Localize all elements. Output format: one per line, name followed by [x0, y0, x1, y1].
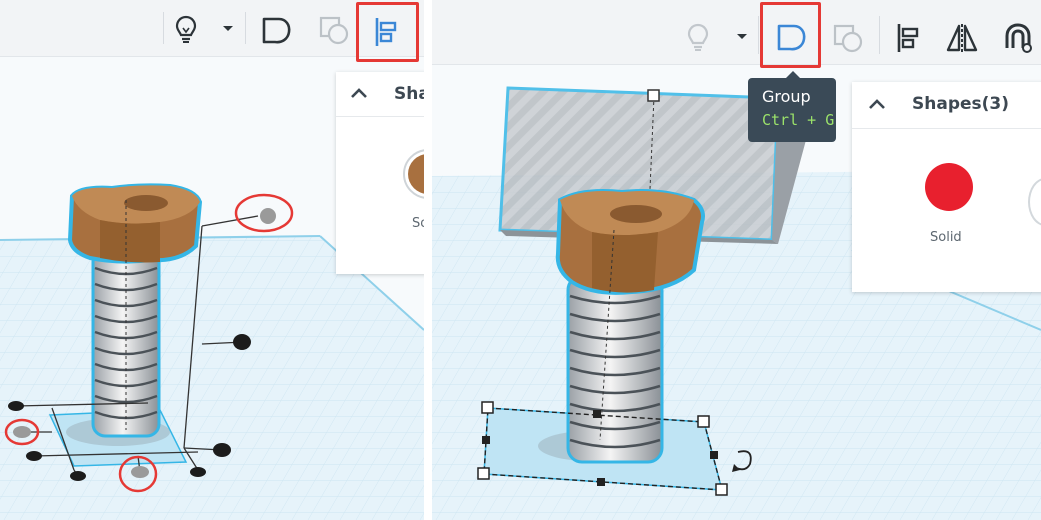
- left-panel: Sha So: [0, 0, 424, 520]
- right-toolbar: [432, 0, 1041, 65]
- color-swatch[interactable]: [922, 160, 976, 214]
- light-dropdown[interactable]: [732, 26, 752, 46]
- light-button[interactable]: [680, 18, 716, 58]
- align-icon: [375, 18, 397, 46]
- inspector-title: Sha: [394, 84, 424, 104]
- group-icon: [777, 24, 806, 51]
- group-button[interactable]: [768, 16, 814, 58]
- lightbulb-icon: [687, 23, 709, 51]
- light-button[interactable]: [170, 12, 202, 46]
- chevron-up-icon[interactable]: [868, 97, 886, 111]
- ungroup-icon: [833, 24, 863, 53]
- panel-divider: [424, 0, 432, 520]
- group-tooltip: Group Ctrl + G: [748, 71, 836, 142]
- group-button[interactable]: [256, 12, 296, 48]
- mirror-icon: [946, 24, 978, 52]
- swatch-label: Solid: [930, 230, 962, 245]
- magnet-icon: [1005, 23, 1032, 53]
- inspector-title: Shapes(3): [912, 94, 1010, 114]
- ungroup-icon: [319, 16, 349, 45]
- chevron-down-icon: [737, 34, 747, 39]
- light-dropdown[interactable]: [218, 18, 238, 38]
- right-shapes-inspector: Shapes(3) Solid: [852, 82, 1041, 292]
- right-panel: Group Ctrl + G Shapes(3) Solid: [432, 0, 1041, 520]
- align-icon: [897, 24, 919, 52]
- magnet-button[interactable]: [998, 18, 1038, 58]
- group-icon: [262, 17, 291, 44]
- align-button[interactable]: [888, 18, 928, 58]
- ungroup-button[interactable]: [828, 18, 868, 58]
- lightbulb-icon: [175, 15, 197, 43]
- tooltip-title: Group: [762, 87, 811, 106]
- chevron-up-icon[interactable]: [350, 86, 368, 100]
- ungroup-button[interactable]: [314, 12, 354, 48]
- left-shapes-inspector: Sha So: [336, 72, 424, 274]
- tooltip-shortcut: Ctrl + G: [762, 111, 835, 129]
- secondary-swatch[interactable]: [1028, 178, 1041, 226]
- align-button[interactable]: [362, 10, 410, 54]
- left-toolbar: [0, 0, 424, 57]
- swatch-label: So: [412, 216, 424, 231]
- mirror-button[interactable]: [942, 18, 982, 58]
- color-swatch[interactable]: [400, 146, 424, 202]
- chevron-down-icon: [223, 26, 233, 31]
